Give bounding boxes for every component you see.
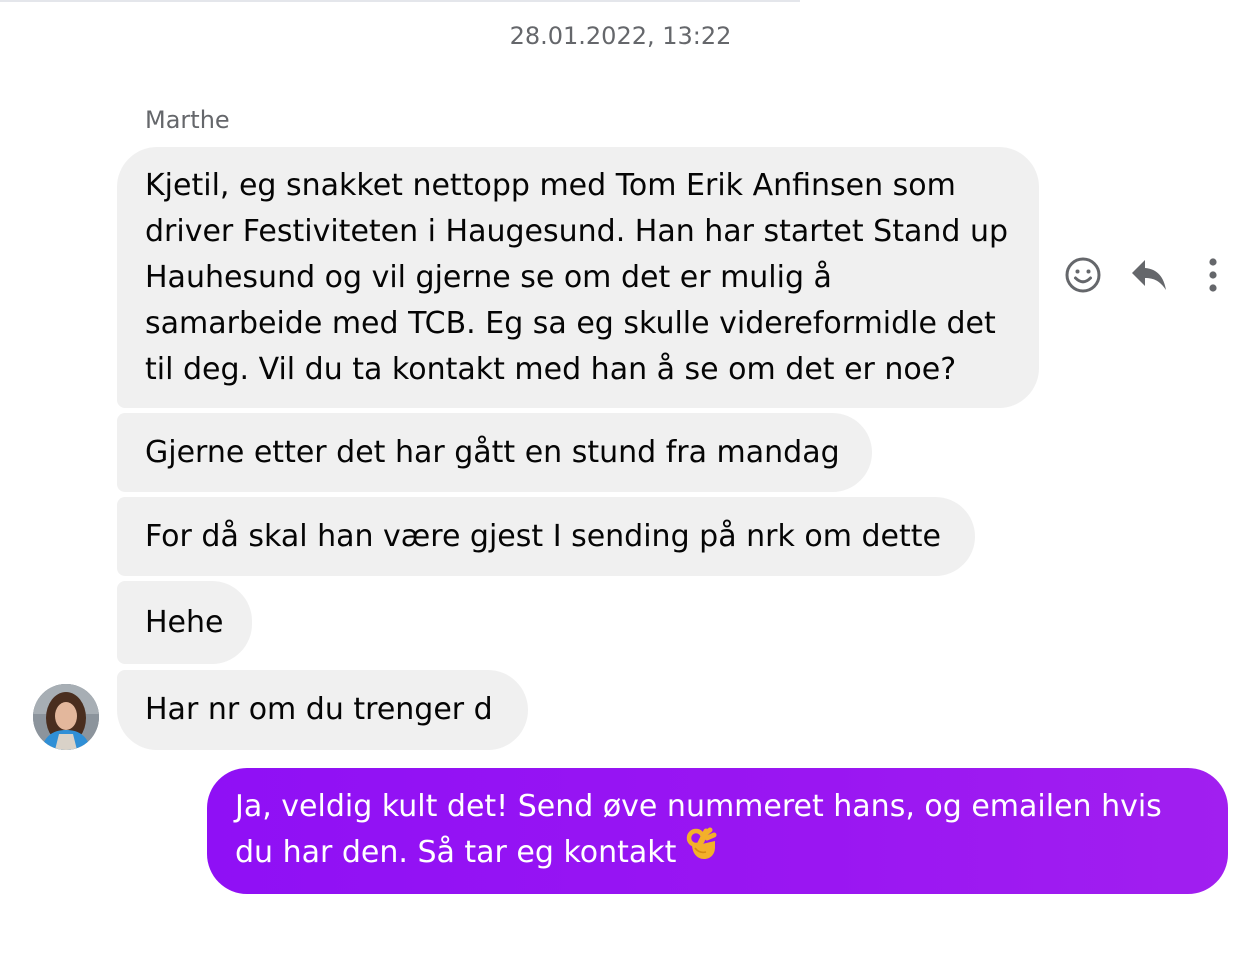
message-timestamp: 28.01.2022, 13:22 <box>509 22 732 50</box>
own-message-bubble[interactable]: Ja, veldig kult det! Send øve nummeret h… <box>207 768 1228 894</box>
message-bubble[interactable]: For då skal han være gjest I sending på … <box>117 497 975 576</box>
message-line: Kjetil, eg snakket nettopp med Tom Erik … <box>145 168 956 203</box>
more-options-icon <box>1207 257 1219 297</box>
reply-icon <box>1129 256 1169 298</box>
react-button[interactable] <box>1060 254 1106 300</box>
message-line: Hauhesund og vil gjerne se om det er mul… <box>145 260 832 295</box>
avatar-image <box>33 684 99 750</box>
message-bubble[interactable]: Kjetil, eg snakket nettopp med Tom Erik … <box>117 147 1039 408</box>
message-line: Ja, veldig kult det! Send øve nummeret h… <box>235 789 1162 824</box>
smiley-icon <box>1064 256 1102 298</box>
message-bubble[interactable]: Har nr om du trenger d <box>117 670 528 750</box>
more-options-button[interactable] <box>1190 254 1236 300</box>
reply-button[interactable] <box>1126 254 1172 300</box>
message-line: samarbeide med TCB. Eg sa eg skulle vide… <box>145 306 996 341</box>
message-line: driver Festiviteten i Haugesund. Han har… <box>145 214 1008 249</box>
message-line: du har den. Så tar eg kontakt <box>235 835 677 870</box>
top-divider <box>0 0 800 2</box>
message-bubble[interactable]: Gjerne etter det har gått en stund fra m… <box>117 413 872 492</box>
ok-hand-emoji <box>686 827 718 875</box>
message-line: til deg. Vil du ta kontakt med han å se … <box>145 352 957 387</box>
message-bubble[interactable]: Hehe <box>117 581 252 664</box>
avatar[interactable] <box>33 684 99 750</box>
sender-name: Marthe <box>145 106 230 134</box>
message-actions <box>1060 254 1230 300</box>
message-line-with-emoji: du har den. Så tar eg kontakt <box>235 827 1200 876</box>
